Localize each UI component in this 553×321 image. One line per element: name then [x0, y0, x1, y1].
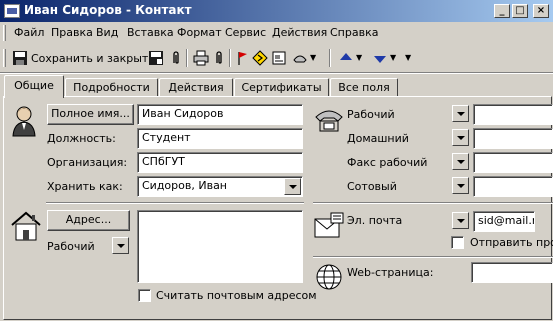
address-type-label: Рабочий	[47, 240, 95, 253]
web-page-field[interactable]	[471, 262, 553, 283]
toolbar-separator	[329, 49, 331, 67]
company-field[interactable]: СПбГУТ	[137, 152, 303, 173]
phone-field-business-fax[interactable]	[473, 152, 553, 173]
flag-icon[interactable]	[234, 50, 250, 66]
phone-type-dropdown-mobile[interactable]	[452, 177, 469, 194]
phone-type-dropdown-business[interactable]	[452, 105, 469, 122]
telephone-icon	[315, 110, 343, 132]
section-divider	[46, 202, 304, 204]
phone-dialer-icon[interactable]	[292, 50, 308, 66]
web-page-icon	[316, 264, 342, 290]
menu-bar: Файл Правка Вид Вставка Формат Сервис Де…	[0, 23, 553, 43]
menu-edit[interactable]: Правка	[51, 26, 93, 39]
address-type-dropdown-button[interactable]	[112, 237, 129, 254]
send-plain-text-checkbox[interactable]	[451, 236, 464, 249]
phone-type-dropdown-home[interactable]	[452, 129, 469, 146]
phone-type-dropdown-fax[interactable]	[452, 153, 469, 170]
menu-insert[interactable]: Вставка	[127, 26, 174, 39]
title-bar[interactable]: Иван Сидоров - Контакт _ □ ×	[0, 0, 553, 22]
toolbar-separator	[229, 49, 231, 67]
next-item-icon[interactable]	[372, 50, 388, 66]
email-icon	[314, 212, 344, 238]
send-plain-text-label: Отправить про	[470, 236, 553, 249]
tab-details[interactable]: Подробности	[65, 78, 158, 97]
full-name-button[interactable]: Полное имя...	[47, 104, 134, 125]
toolbar-gripper[interactable]	[3, 49, 6, 67]
chevron-down-icon[interactable]: ▼	[390, 53, 396, 62]
print-icon[interactable]	[193, 50, 209, 66]
close-button[interactable]: ×	[533, 4, 549, 18]
job-title-label: Должность:	[47, 132, 116, 145]
address-button[interactable]: Адрес...	[47, 210, 130, 231]
maximize-button[interactable]: □	[512, 4, 528, 18]
menu-tools[interactable]: Сервис	[225, 26, 266, 39]
phone-field-home[interactable]	[473, 128, 553, 149]
previous-item-icon[interactable]	[338, 50, 354, 66]
save-icon	[13, 51, 27, 65]
email-label: Эл. почта	[347, 214, 403, 227]
mailing-address-label: Считать почтовым адресом	[156, 289, 317, 302]
tab-general[interactable]: Общие	[4, 75, 64, 98]
minimize-button[interactable]: _	[494, 4, 510, 18]
save-disk-icon[interactable]	[148, 50, 164, 66]
menu-actions[interactable]: Действия	[272, 26, 327, 39]
contact-card-icon	[4, 4, 20, 18]
menu-file[interactable]: Файл	[14, 26, 44, 39]
tab-certificates[interactable]: Сертификаты	[234, 78, 329, 97]
toolbar-overflow-icon[interactable]: ▼	[405, 53, 411, 62]
file-as-label: Хранить как:	[47, 180, 123, 193]
display-map-icon[interactable]	[271, 50, 287, 66]
window-title: Иван Сидоров - Контакт	[24, 3, 192, 17]
full-name-field[interactable]: Иван Сидоров	[137, 104, 303, 125]
activities-icon[interactable]	[252, 50, 268, 66]
tab-activities[interactable]: Действия	[159, 78, 233, 97]
chevron-down-icon[interactable]: ▼	[356, 53, 362, 62]
email-type-dropdown[interactable]	[452, 212, 469, 229]
menu-gripper[interactable]	[3, 25, 6, 41]
menu-format[interactable]: Формат	[177, 26, 222, 39]
paperclip-icon[interactable]	[168, 50, 184, 66]
section-divider	[313, 202, 553, 204]
job-title-field[interactable]: Студент	[137, 128, 303, 149]
mailing-address-checkbox[interactable]	[138, 289, 151, 302]
address-field[interactable]	[137, 210, 303, 283]
toolbar-separator	[186, 49, 188, 67]
house-icon	[11, 211, 41, 241]
file-as-dropdown-button[interactable]	[284, 178, 301, 195]
menu-view[interactable]: Вид	[96, 26, 118, 39]
web-page-label: Web-страница:	[347, 266, 434, 279]
company-label: Организация:	[47, 156, 128, 169]
chevron-down-icon[interactable]: ▼	[310, 53, 316, 62]
standard-toolbar: Сохранить и закрыть ▼ ▼ ▼ ▼	[0, 45, 553, 71]
phone-label-business: Рабочий	[347, 108, 395, 121]
person-icon	[12, 106, 36, 137]
save-and-close-button[interactable]: Сохранить и закрыть	[31, 52, 155, 65]
attach-icon[interactable]	[211, 50, 227, 66]
phone-label-home: Домашний	[347, 132, 409, 145]
toolbar-divider	[0, 72, 553, 74]
tab-all-fields[interactable]: Все поля	[330, 78, 398, 97]
menu-help[interactable]: Справка	[330, 26, 378, 39]
file-as-select[interactable]: Сидоров, Иван	[137, 176, 303, 197]
phone-label-business-fax: Факс рабочий	[347, 156, 428, 169]
email-field[interactable]: sid@mail.ru	[473, 211, 535, 232]
section-divider	[313, 256, 553, 258]
phone-field-business[interactable]	[473, 104, 553, 125]
phone-field-mobile[interactable]	[473, 176, 553, 197]
phone-label-mobile: Сотовый	[347, 180, 397, 193]
